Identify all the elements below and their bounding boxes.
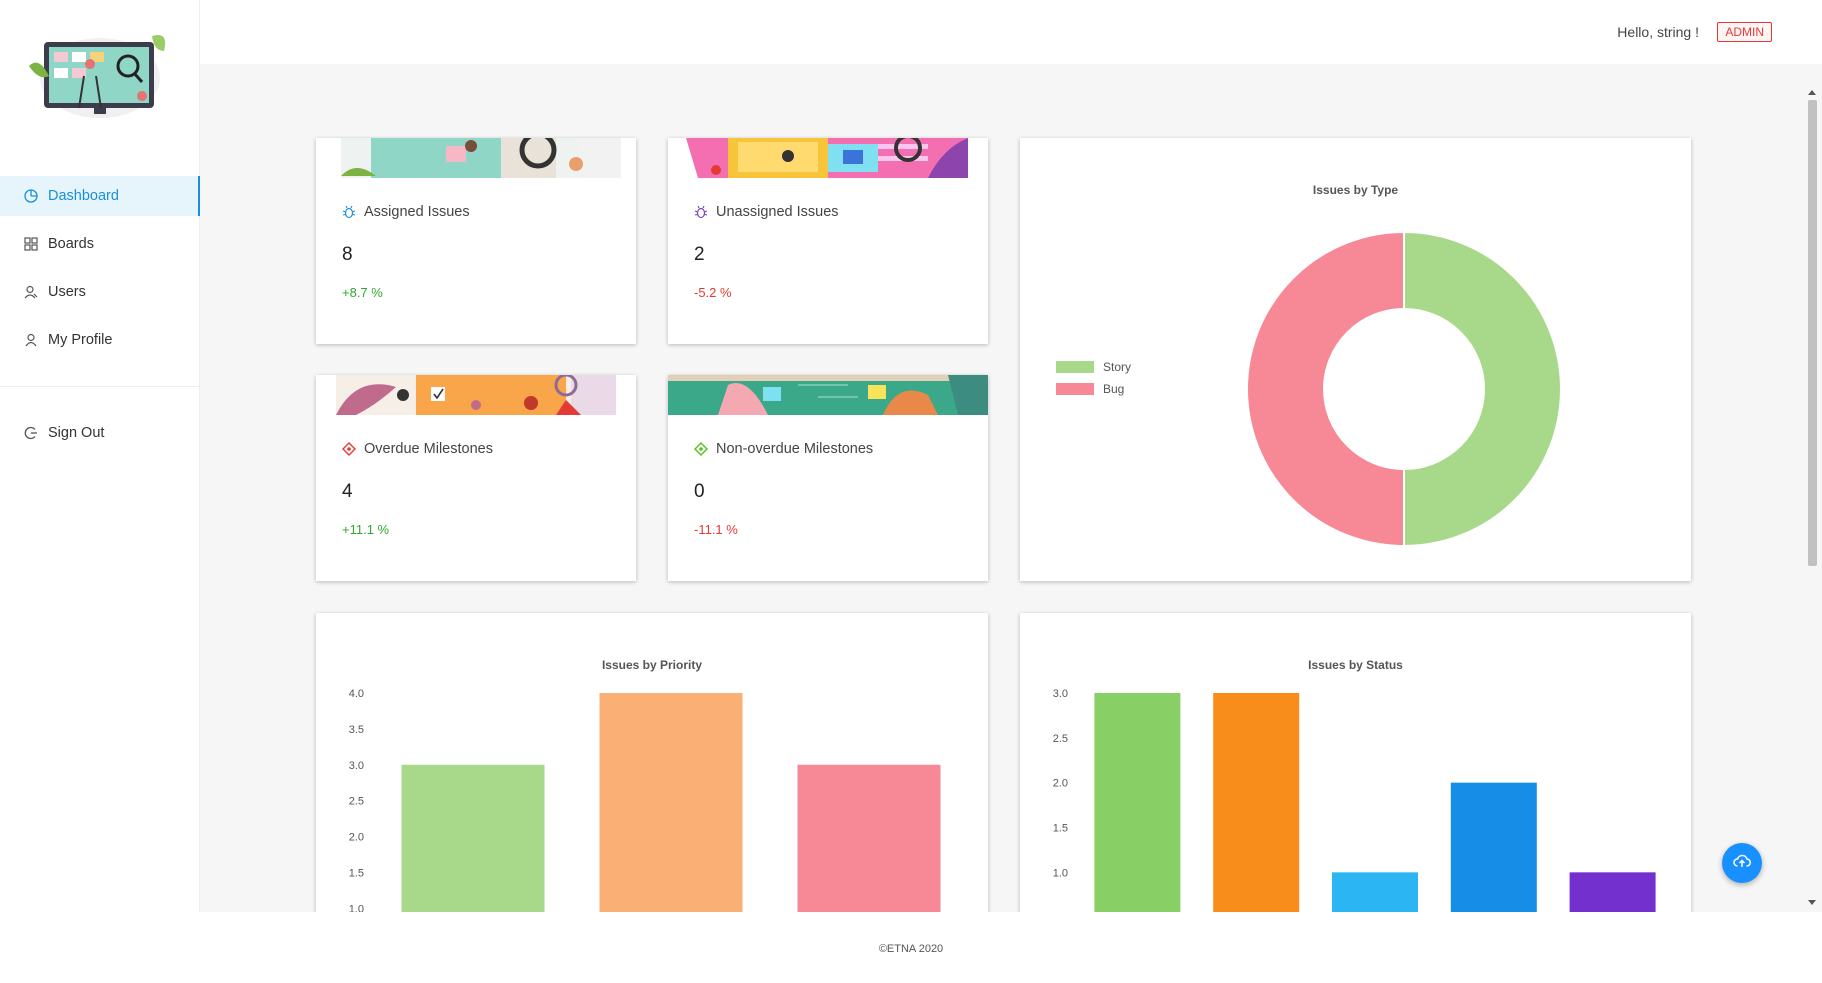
bug-icon (694, 205, 708, 219)
card-change: -11.1 % (694, 522, 738, 537)
card-title: Assigned Issues (342, 204, 470, 220)
scroll-up-arrow[interactable] (1808, 90, 1816, 95)
top-header: Hello, string ! ADMIN (200, 0, 1822, 64)
card-title-text: Overdue Milestones (364, 441, 493, 457)
y-tick-label: 1.0 (1053, 867, 1068, 879)
sidebar-item-boards[interactable]: Boards (0, 224, 200, 264)
bar-1[interactable] (401, 764, 545, 912)
sidebar-item-label: My Profile (48, 332, 113, 348)
dashboard-content: Assigned Issues 8 +8.7 % Unassigned Issu… (200, 64, 1803, 912)
donut-chart (1246, 230, 1562, 548)
y-tick-label: 1.5 (349, 867, 364, 879)
sign-out-button[interactable]: Sign Out (0, 413, 200, 453)
card-banner-illustration (316, 375, 636, 415)
bar-5[interactable] (1569, 872, 1656, 912)
bar-2[interactable] (599, 693, 743, 912)
sidebar-item-users[interactable]: Users (0, 272, 200, 312)
card-value: 0 (694, 481, 705, 502)
cloud-upload-icon (1733, 854, 1751, 873)
sidebar: Dashboard Boards Users My Profile Sign O… (0, 0, 200, 912)
y-tick-label: 3.5 (349, 724, 364, 736)
bar-1[interactable] (1094, 693, 1181, 912)
sidebar-item-dashboard[interactable]: Dashboard (0, 176, 200, 216)
sidebar-item-my-profile[interactable]: My Profile (0, 320, 200, 360)
card-value: 8 (342, 244, 353, 265)
issues-by-priority-card: Issues by Priority 4.0 3.5 3.0 2.5 2.0 1.5 1.0… (316, 613, 988, 912)
card-banner-illustration (668, 375, 988, 415)
y-tick-label: 3.0 (349, 760, 364, 772)
card-value: 2 (694, 244, 705, 265)
sign-out-label: Sign Out (48, 425, 105, 441)
sidebar-item-label: Users (48, 284, 86, 300)
milestone-icon (694, 442, 708, 456)
y-tick-label: 2.5 (1053, 733, 1068, 745)
bar-3[interactable] (797, 764, 941, 912)
y-tick-label: 2.0 (349, 832, 364, 844)
card-change: -5.2 % (694, 285, 732, 300)
nav-divider (0, 386, 200, 387)
scroll-down-arrow[interactable] (1808, 900, 1816, 905)
bar-4[interactable] (1450, 782, 1537, 912)
card-title-text: Non-overdue Milestones (716, 441, 874, 457)
users-icon (24, 285, 38, 299)
footer-copyright: ©ETNA 2020 (878, 943, 944, 955)
donut-slice-bug[interactable] (1246, 230, 1405, 548)
dashboard-icon (24, 189, 38, 203)
issues-by-type-card: Issues by Type Story Bug (1020, 138, 1691, 581)
donut-slice-story[interactable] (1403, 230, 1562, 548)
cloud-upload-button[interactable] (1722, 843, 1762, 883)
sidebar-item-label: Boards (48, 236, 94, 252)
stat-card-non-overdue-milestones[interactable]: Non-overdue Milestones 0 -11.1 % (668, 375, 988, 581)
card-title: Unassigned Issues (694, 204, 839, 220)
vertical-scrollbar[interactable] (1803, 64, 1822, 912)
card-title: Overdue Milestones (342, 441, 493, 457)
stat-card-unassigned-issues[interactable]: Unassigned Issues 2 -5.2 % (668, 138, 988, 344)
y-tick-label: 4.0 (349, 688, 364, 700)
card-banner-illustration (668, 138, 988, 178)
y-tick-label: 3.0 (1053, 688, 1068, 700)
card-value: 4 (342, 481, 353, 502)
issues-by-status-card: Issues by Status 3.02.52.01.51.00.5 (1020, 613, 1691, 912)
y-tick-label: 2.5 (349, 796, 364, 808)
y-tick-label: 2.0 (1053, 778, 1068, 790)
stat-card-assigned-issues[interactable]: Assigned Issues 8 +8.7 % (316, 138, 636, 344)
card-title-text: Assigned Issues (364, 204, 470, 220)
y-tick-label: 1.0 (349, 903, 364, 912)
bar-3[interactable] (1332, 872, 1418, 912)
bug-icon (342, 205, 356, 219)
logout-icon (24, 426, 38, 440)
grid-icon (24, 237, 38, 251)
bar-2[interactable] (1213, 693, 1300, 912)
app-logo (24, 26, 176, 126)
sidebar-nav: Dashboard Boards Users My Profile Sign O… (0, 176, 200, 461)
card-change: +8.7 % (342, 285, 383, 300)
card-change: +11.1 % (342, 522, 390, 537)
card-title: Non-overdue Milestones (694, 441, 873, 457)
scroll-thumb[interactable] (1808, 100, 1817, 566)
stat-card-overdue-milestones[interactable]: Overdue Milestones 4 +11.1 % (316, 375, 636, 581)
user-icon (24, 333, 38, 347)
status-bar-chart: 3.02.52.01.51.00.5 (1053, 688, 1656, 912)
y-tick-label: 1.5 (1053, 823, 1068, 835)
role-badge: ADMIN (1717, 22, 1772, 42)
sidebar-item-label: Dashboard (48, 188, 119, 204)
user-greeting: Hello, string ! (1617, 24, 1699, 40)
card-title-text: Unassigned Issues (716, 204, 839, 220)
priority-bar-chart: 4.03.53.02.52.01.51.00.5 (349, 688, 941, 912)
page-footer: ©ETNA 2020 (0, 912, 1822, 983)
milestone-icon (342, 442, 356, 456)
card-banner-illustration (316, 138, 636, 178)
